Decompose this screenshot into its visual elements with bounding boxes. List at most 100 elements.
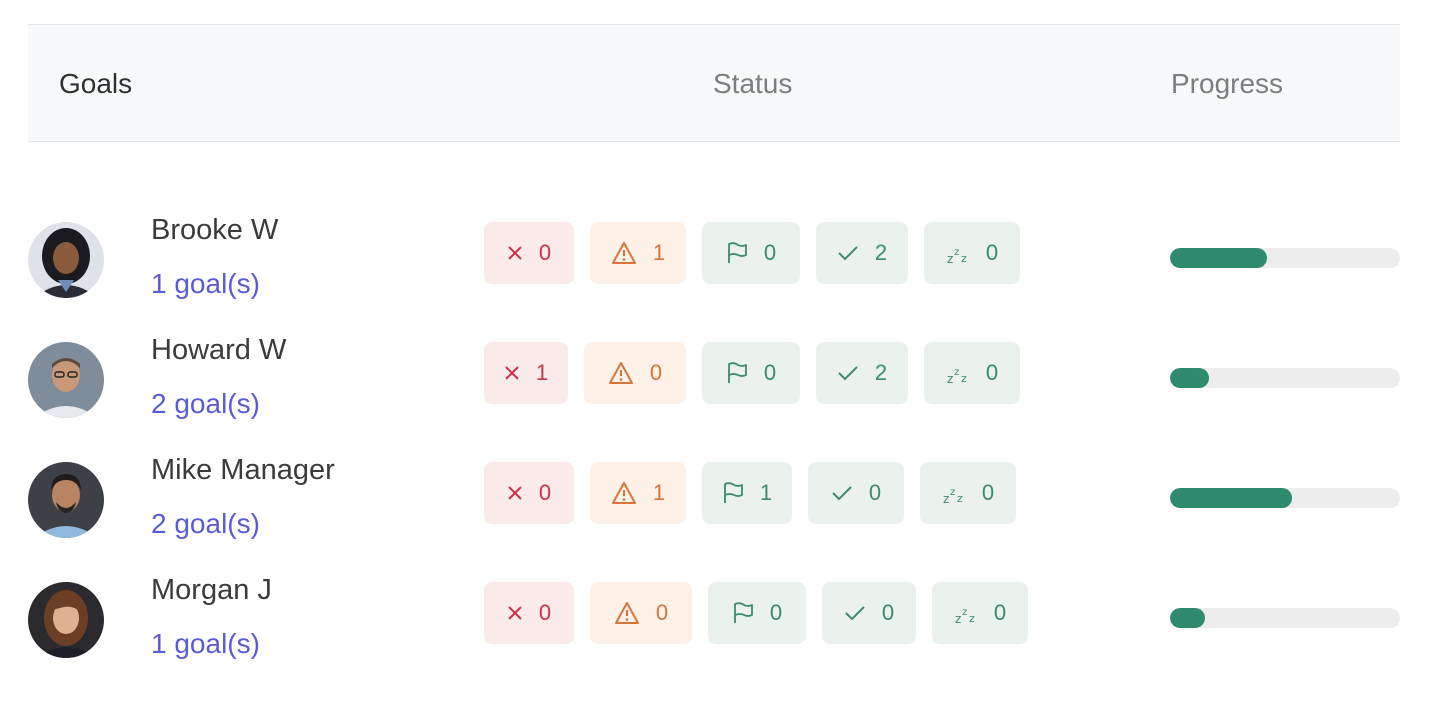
paused-count: 0 (985, 240, 999, 265)
at-risk-count: 0 (649, 360, 663, 385)
check-icon (831, 484, 853, 502)
warning-icon (608, 361, 634, 385)
progress-bar-fill (1170, 248, 1267, 268)
goals-count-link[interactable]: 2 goal(s) (151, 388, 260, 420)
progress-bar (1170, 368, 1400, 388)
employee-name: Mike Manager (151, 454, 335, 486)
close-icon (507, 245, 523, 261)
svg-text:z: z (950, 487, 955, 498)
flagged-badge[interactable]: 0 (708, 582, 806, 644)
table-row: Howard W 2 goal(s) 1 0 0 2 zzz 0 (0, 334, 1430, 462)
on-track-badge[interactable]: 0 (808, 462, 904, 524)
at-risk-badge[interactable]: 1 (590, 462, 686, 524)
svg-text:z: z (954, 367, 959, 378)
goals-count-link[interactable]: 1 goal(s) (151, 628, 260, 660)
svg-text:z: z (961, 252, 967, 265)
warning-icon (614, 601, 640, 625)
at-risk-count: 1 (652, 240, 666, 265)
progress-bar (1170, 608, 1400, 628)
employee-name: Howard W (151, 334, 287, 366)
warning-icon (611, 481, 637, 505)
svg-text:z: z (947, 372, 953, 385)
paused-badge[interactable]: zzz 0 (924, 342, 1020, 404)
off-track-badge[interactable]: 0 (484, 462, 574, 524)
on-track-badge[interactable]: 2 (816, 222, 908, 284)
table-row: Morgan J 1 goal(s) 0 0 0 0 zzz 0 (0, 574, 1430, 702)
on-track-badge[interactable]: 2 (816, 342, 908, 404)
flag-icon (726, 361, 748, 385)
svg-text:z: z (957, 492, 963, 505)
avatar (28, 342, 104, 418)
flagged-badge[interactable]: 0 (702, 222, 800, 284)
warning-icon (611, 241, 637, 265)
avatar (28, 582, 104, 658)
svg-text:z: z (943, 492, 949, 505)
flagged-count: 0 (763, 360, 777, 385)
at-risk-badge[interactable]: 0 (590, 582, 692, 644)
check-icon (844, 604, 866, 622)
flagged-badge[interactable]: 1 (702, 462, 792, 524)
progress-bar (1170, 248, 1400, 268)
flagged-badge[interactable]: 0 (702, 342, 800, 404)
flagged-count: 0 (763, 240, 777, 265)
on-track-count: 2 (874, 240, 888, 265)
svg-text:z: z (947, 252, 953, 265)
flag-icon (722, 481, 744, 505)
employee-name: Brooke W (151, 214, 279, 246)
status-column-header: Status (713, 68, 793, 99)
paused-count: 0 (981, 480, 995, 505)
sleep-icon: zzz (946, 241, 970, 265)
off-track-badge[interactable]: 0 (484, 222, 574, 284)
off-track-badge[interactable]: 0 (484, 582, 574, 644)
progress-column-header: Progress (1171, 68, 1284, 99)
avatar (28, 222, 104, 298)
svg-text:z: z (969, 612, 975, 625)
sleep-icon: zzz (946, 361, 970, 385)
paused-badge[interactable]: zzz 0 (920, 462, 1016, 524)
off-track-count: 0 (538, 480, 552, 505)
paused-badge[interactable]: zzz 0 (932, 582, 1028, 644)
close-icon (507, 485, 523, 501)
on-track-count: 2 (874, 360, 888, 385)
goals-count-link[interactable]: 1 goal(s) (151, 268, 260, 300)
check-icon (837, 244, 859, 262)
sleep-icon: zzz (954, 601, 978, 625)
progress-bar-fill (1170, 608, 1205, 628)
svg-text:z: z (962, 607, 967, 618)
close-icon (504, 365, 520, 381)
flagged-count: 0 (769, 600, 783, 625)
progress-bar-fill (1170, 368, 1210, 388)
paused-badge[interactable]: zzz 0 (924, 222, 1020, 284)
on-track-count: 0 (868, 480, 882, 505)
svg-text:z: z (955, 612, 961, 625)
svg-text:z: z (961, 372, 967, 385)
sleep-icon: zzz (942, 481, 966, 505)
table-row: Mike Manager 2 goal(s) 0 1 1 0 zzz 0 (0, 454, 1430, 582)
check-icon (837, 364, 859, 382)
employee-name: Morgan J (151, 574, 272, 606)
at-risk-count: 0 (655, 600, 669, 625)
off-track-count: 0 (538, 600, 552, 625)
close-icon (507, 605, 523, 621)
goals-count-link[interactable]: 2 goal(s) (151, 508, 260, 540)
flag-icon (726, 241, 748, 265)
at-risk-badge[interactable]: 1 (590, 222, 686, 284)
off-track-count: 0 (538, 240, 552, 265)
paused-count: 0 (993, 600, 1007, 625)
on-track-badge[interactable]: 0 (822, 582, 916, 644)
table-row: Brooke W 1 goal(s) 0 1 0 2 zzz 0 (0, 214, 1430, 342)
off-track-badge[interactable]: 1 (484, 342, 568, 404)
avatar (28, 462, 104, 538)
at-risk-badge[interactable]: 0 (584, 342, 686, 404)
on-track-count: 0 (881, 600, 895, 625)
off-track-count: 1 (535, 360, 549, 385)
flag-icon (732, 601, 754, 625)
progress-bar (1170, 488, 1400, 508)
progress-bar-fill (1170, 488, 1292, 508)
svg-text:z: z (954, 247, 959, 258)
table-header: Goals Status Progress (28, 24, 1400, 142)
goals-column-header: Goals (59, 68, 133, 99)
paused-count: 0 (985, 360, 999, 385)
flagged-count: 1 (759, 480, 773, 505)
at-risk-count: 1 (652, 480, 666, 505)
